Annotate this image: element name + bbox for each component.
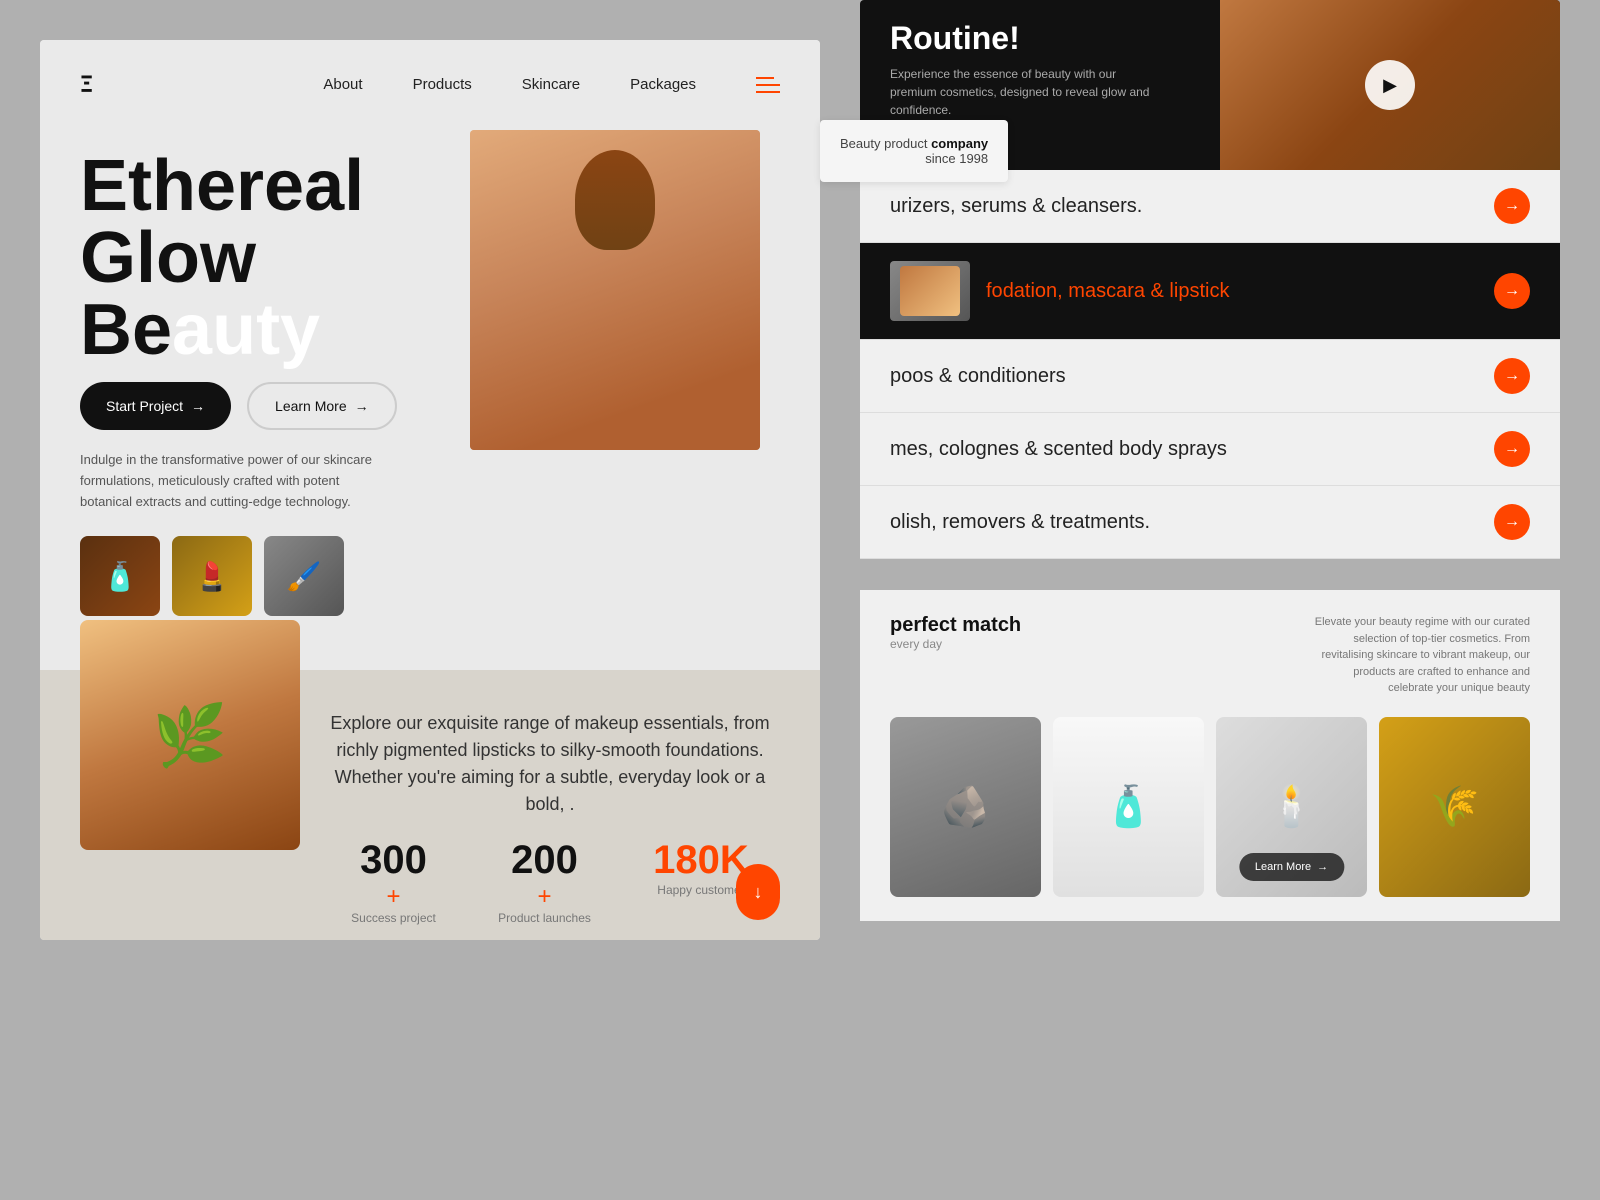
- nav-skincare[interactable]: Skincare: [522, 76, 580, 93]
- hero-title-line2: Glow Beauty: [80, 218, 320, 370]
- stats-numbers: 300 + Success project 200 + Product laun…: [320, 838, 780, 925]
- stat-launches-label: Product launches: [498, 911, 591, 925]
- tagline-text: Beauty product company since 1998: [840, 136, 988, 166]
- category-makeup-arrow[interactable]: →: [1494, 273, 1530, 309]
- hero-title-line1: Ethereal: [80, 146, 364, 226]
- stats-image: 🌿: [80, 620, 300, 850]
- right-top-image: ▶: [1220, 0, 1560, 170]
- nav-products[interactable]: Products: [413, 76, 472, 93]
- category-nails-text: olish, removers & treatments.: [890, 511, 1494, 534]
- category-fragrance[interactable]: mes, colognes & scented body sprays →: [860, 413, 1560, 486]
- company-tagline-card: Beauty product company since 1998: [820, 120, 1008, 182]
- hero-title-highlight: auty: [172, 290, 320, 370]
- learn-more-button[interactable]: Learn More →: [247, 382, 397, 430]
- category-makeup[interactable]: fodation, mascara & lipstick →: [860, 243, 1560, 340]
- learn-more-badge[interactable]: Learn More: [1239, 853, 1344, 881]
- right-bottom-header: perfect match every day Elevate your bea…: [890, 614, 1530, 697]
- categories-panel: urizers, serums & cleansers. → fodation,…: [860, 170, 1560, 559]
- hero-section: Ethereal Glow Beauty Start Project → Lea…: [40, 130, 820, 646]
- arrow-right-icon: →: [191, 398, 205, 414]
- product-card-1[interactable]: 🪨: [890, 717, 1041, 897]
- stats-section: 🌿 Explore our exquisite range of makeup …: [40, 670, 820, 940]
- scroll-down-button[interactable]: [736, 864, 780, 920]
- brand-logo: Ξ: [80, 73, 93, 98]
- stat-success-plus: +: [351, 883, 436, 911]
- stat-customers-number: 180K: [653, 838, 749, 883]
- category-makeup-text: fodation, mascara & lipstick: [986, 280, 1494, 303]
- stat-success: 300 + Success project: [351, 838, 436, 925]
- hero-title: Ethereal Glow Beauty: [80, 150, 500, 366]
- category-fragrance-text: mes, colognes & scented body sprays: [890, 438, 1494, 461]
- hero-description: Indulge in the transformative power of o…: [80, 450, 380, 512]
- category-moisturizers-text: urizers, serums & cleansers.: [890, 195, 1494, 218]
- stat-success-label: Success project: [351, 911, 436, 925]
- arrow-right-icon-2: →: [355, 398, 369, 414]
- thumbnail-3[interactable]: 🖌️: [264, 536, 344, 616]
- nav-about[interactable]: About: [323, 76, 362, 93]
- hamburger-menu[interactable]: [756, 77, 780, 93]
- stat-launches-number: 200: [498, 838, 591, 883]
- nav-links: About Products Skincare Packages: [323, 76, 696, 94]
- right-bottom-titles: perfect match every day: [890, 614, 1021, 651]
- category-nails-arrow[interactable]: →: [1494, 504, 1530, 540]
- stat-launches: 200 + Product launches: [498, 838, 591, 925]
- main-card: Ξ About Products Skincare Packages Ether…: [40, 40, 820, 940]
- category-makeup-image: [890, 261, 970, 321]
- category-hair-text: poos & conditioners: [890, 365, 1494, 388]
- start-project-button[interactable]: Start Project →: [80, 382, 231, 430]
- category-hair[interactable]: poos & conditioners →: [860, 340, 1560, 413]
- product-card-3[interactable]: 🕯️ Learn More: [1216, 717, 1367, 897]
- category-fragrance-arrow[interactable]: →: [1494, 431, 1530, 467]
- hero-thumbnails: 🧴 💄 🖌️: [80, 536, 780, 616]
- stats-description: Explore our exquisite range of makeup es…: [320, 710, 780, 818]
- product-card-2[interactable]: 🧴: [1053, 717, 1204, 897]
- play-button[interactable]: ▶: [1365, 60, 1415, 110]
- right-bottom-title: perfect match: [890, 614, 1021, 637]
- category-hair-arrow[interactable]: →: [1494, 358, 1530, 394]
- stat-success-number: 300: [351, 838, 436, 883]
- right-bottom-panel: perfect match every day Elevate your bea…: [860, 590, 1560, 921]
- product-gallery: 🪨 🧴 🕯️ Learn More 🌾: [890, 717, 1530, 897]
- right-bottom-subtitle: every day: [890, 637, 1021, 651]
- right-top-description: Experience the essence of beauty with ou…: [890, 65, 1150, 119]
- stats-content: Explore our exquisite range of makeup es…: [320, 700, 780, 920]
- thumbnail-1[interactable]: 🧴: [80, 536, 160, 616]
- thumbnail-2[interactable]: 💄: [172, 536, 252, 616]
- hero-buttons: Start Project → Learn More →: [80, 382, 780, 430]
- stat-launches-plus: +: [498, 883, 591, 911]
- navbar: Ξ About Products Skincare Packages: [40, 40, 820, 130]
- right-bottom-description: Elevate your beauty regime with our cura…: [1310, 614, 1530, 697]
- product-card-4[interactable]: 🌾: [1379, 717, 1530, 897]
- category-nails[interactable]: olish, removers & treatments. →: [860, 486, 1560, 559]
- stat-customers: 180K Happy customer: [653, 838, 749, 925]
- nav-packages[interactable]: Packages: [630, 76, 696, 93]
- stat-customers-label: Happy customer: [653, 883, 749, 897]
- category-moisturizers-arrow[interactable]: →: [1494, 188, 1530, 224]
